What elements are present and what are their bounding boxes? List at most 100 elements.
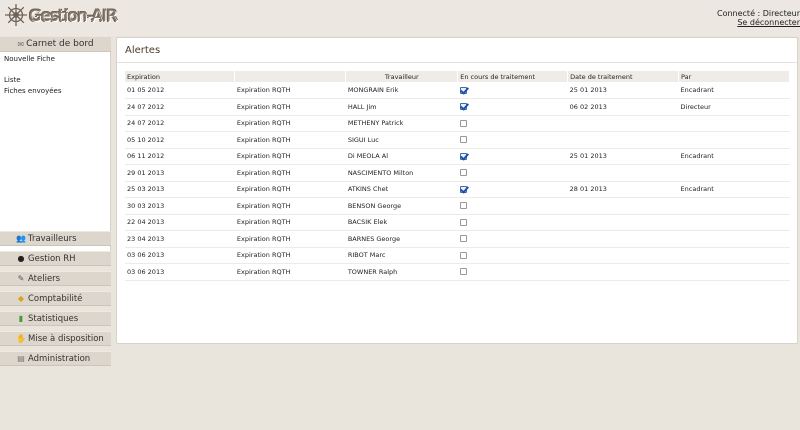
coins-icon: ◆: [17, 294, 25, 303]
cell-date-traitement: [568, 247, 679, 264]
cell-en-cours: [458, 247, 568, 264]
cell-par: [679, 115, 790, 132]
cell-en-cours: [458, 165, 568, 182]
column-header-par[interactable]: Par: [678, 71, 790, 82]
in-progress-checkbox[interactable]: [459, 169, 467, 177]
menu-item-label: Comptabilité: [28, 293, 83, 304]
app-title: Gestion-AIR: [29, 6, 117, 25]
cell-expiration: 05 10 2012: [127, 135, 165, 144]
table-row[interactable]: 03 06 2013 Expiration RQTH TOWNER Ralph: [125, 264, 790, 281]
column-header-travailleur[interactable]: Travailleur: [345, 71, 459, 82]
in-progress-checkbox[interactable]: [459, 152, 467, 160]
menu-item-administration[interactable]: ▤ Administration: [0, 351, 111, 366]
nouvelle-fiche-link[interactable]: Nouvelle Fiche: [4, 55, 55, 63]
cell-expiration: 24 07 2012: [127, 119, 165, 128]
logout-link[interactable]: Se déconnecter: [737, 18, 800, 27]
connected-status: Connecté : Directeur: [716, 9, 800, 18]
column-header-expiration[interactable]: Expiration: [125, 71, 236, 82]
menu-item-label: Gestion RH: [28, 253, 76, 264]
menu-item-ateliers[interactable]: ✎ Ateliers: [0, 271, 111, 286]
carnet-de-bord-header[interactable]: ✉ Carnet de bord: [0, 37, 111, 52]
header: Gestion-AIR Connecté : Directeur Se déco…: [0, 0, 800, 36]
menu-item-statistiques[interactable]: ▮ Statistiques: [0, 311, 111, 326]
table-row[interactable]: 30 03 2013 Expiration RQTH BENSON George: [125, 198, 790, 215]
fiches-envoyees-link[interactable]: Fiches envoyées: [4, 87, 62, 95]
cell-date-traitement: [568, 198, 679, 215]
cell-en-cours: [458, 198, 568, 215]
table-row[interactable]: 22 04 2013 Expiration RQTH BACSIK Elek: [125, 214, 790, 231]
cell-travailleur: BENSON George: [347, 201, 402, 210]
cell-expiration: 03 06 2013: [127, 267, 165, 276]
cell-par: [679, 264, 790, 281]
cell-type: Expiration RQTH: [236, 135, 291, 144]
cell-type: Expiration RQTH: [236, 267, 291, 276]
cell-date-traitement: [568, 132, 679, 149]
table-row[interactable]: 25 03 2013 Expiration RQTH ATKINS Chet 28 0…: [125, 181, 790, 198]
table-row[interactable]: 05 10 2012 Expiration RQTH SIGUI Luc: [125, 132, 790, 149]
cell-par: [679, 165, 790, 182]
column-header-date-traitement[interactable]: Date de traitement: [567, 71, 680, 82]
liste-link[interactable]: Liste: [4, 76, 21, 84]
menu-item-travailleurs[interactable]: 👥 Travailleurs: [0, 231, 111, 246]
table-row[interactable]: 01 05 2012 Expiration RQTH MONGRAIN Erik 25…: [125, 82, 790, 99]
in-progress-checkbox[interactable]: [459, 202, 467, 210]
cell-expiration: 22 04 2013: [127, 218, 165, 227]
table-header-row: Expiration Travailleur En cours de trait…: [125, 71, 790, 82]
table-row[interactable]: 24 07 2012 Expiration RQTH HALL Jim 06 02 2…: [125, 99, 790, 115]
title-divider: [117, 62, 797, 63]
cell-type: Expiration RQTH: [236, 234, 291, 243]
in-progress-checkbox[interactable]: [459, 251, 467, 259]
cell-en-cours: [458, 82, 568, 99]
in-progress-checkbox[interactable]: [459, 119, 467, 127]
cell-travailleur: RIBOT Marc: [347, 251, 386, 260]
cell-date-traitement: 25 01 2013: [569, 152, 607, 161]
cell-par: Encadrant: [680, 185, 714, 194]
cell-type: Expiration RQTH: [236, 218, 291, 227]
cell-travailleur: SIGUI Luc: [347, 135, 379, 144]
column-header-en-cours[interactable]: En cours de traitement: [457, 71, 569, 82]
table-row[interactable]: 24 07 2012 Expiration RQTH METHENY Patrick: [125, 115, 790, 132]
menu-item-mise-a-disposition[interactable]: ✋ Mise à disposition: [0, 331, 111, 346]
cell-par: Directeur: [680, 102, 711, 111]
cell-en-cours: [458, 132, 568, 149]
cell-travailleur: TOWNER Ralph: [347, 267, 398, 276]
in-progress-checkbox[interactable]: [459, 136, 467, 144]
menu-item-label: Ateliers: [28, 273, 61, 284]
cell-en-cours: [458, 148, 568, 165]
ship-wheel-logo-icon[interactable]: [4, 3, 28, 27]
table-row[interactable]: 03 06 2013 Expiration RQTH RIBOT Marc: [125, 247, 790, 264]
bar-chart-icon: ▮: [18, 314, 24, 323]
cell-par: [679, 214, 790, 231]
column-header-type: [234, 71, 347, 82]
carnet-de-bord-label: Carnet de bord: [26, 39, 94, 49]
cell-en-cours: [458, 181, 568, 198]
cell-expiration: 24 07 2012: [127, 102, 165, 111]
cell-type: Expiration RQTH: [236, 201, 291, 210]
table-row[interactable]: 23 04 2013 Expiration RQTH BARNES George: [125, 231, 790, 248]
cell-par: [679, 231, 790, 248]
cell-date-traitement: [568, 214, 679, 231]
cell-par: Encadrant: [680, 152, 714, 161]
in-progress-checkbox[interactable]: [459, 185, 467, 193]
cell-date-traitement: [568, 231, 679, 248]
table-row[interactable]: 06 11 2012 Expiration RQTH Di MEOLA Al 25 0…: [125, 148, 790, 165]
menu-item-gestion-rh[interactable]: ● Gestion RH: [0, 251, 111, 266]
table-row[interactable]: 29 01 2013 Expiration RQTH NASCIMENTO Milt…: [125, 165, 790, 182]
cell-type: Expiration RQTH: [236, 168, 291, 177]
in-progress-checkbox[interactable]: [459, 86, 467, 94]
in-progress-checkbox[interactable]: [459, 218, 467, 226]
sidebar: ✉ Carnet de bord Nouvelle Fiche Liste Fi…: [0, 37, 111, 430]
handshake-icon: ✋: [16, 334, 26, 343]
envelope-icon: ✉: [17, 39, 25, 49]
tools-icon: ✎: [17, 274, 25, 283]
cell-travailleur: Di MEOLA Al: [347, 152, 389, 161]
menu-item-comptabilite[interactable]: ◆ Comptabilité: [0, 291, 111, 306]
in-progress-checkbox[interactable]: [459, 268, 467, 276]
people-icon: 👥: [16, 234, 26, 243]
cell-date-traitement: 28 01 2013: [569, 185, 607, 194]
in-progress-checkbox[interactable]: [459, 103, 467, 111]
cell-par: [679, 198, 790, 215]
cell-date-traitement: [568, 115, 679, 132]
menu-item-label: Statistiques: [28, 313, 79, 324]
in-progress-checkbox[interactable]: [459, 235, 467, 243]
